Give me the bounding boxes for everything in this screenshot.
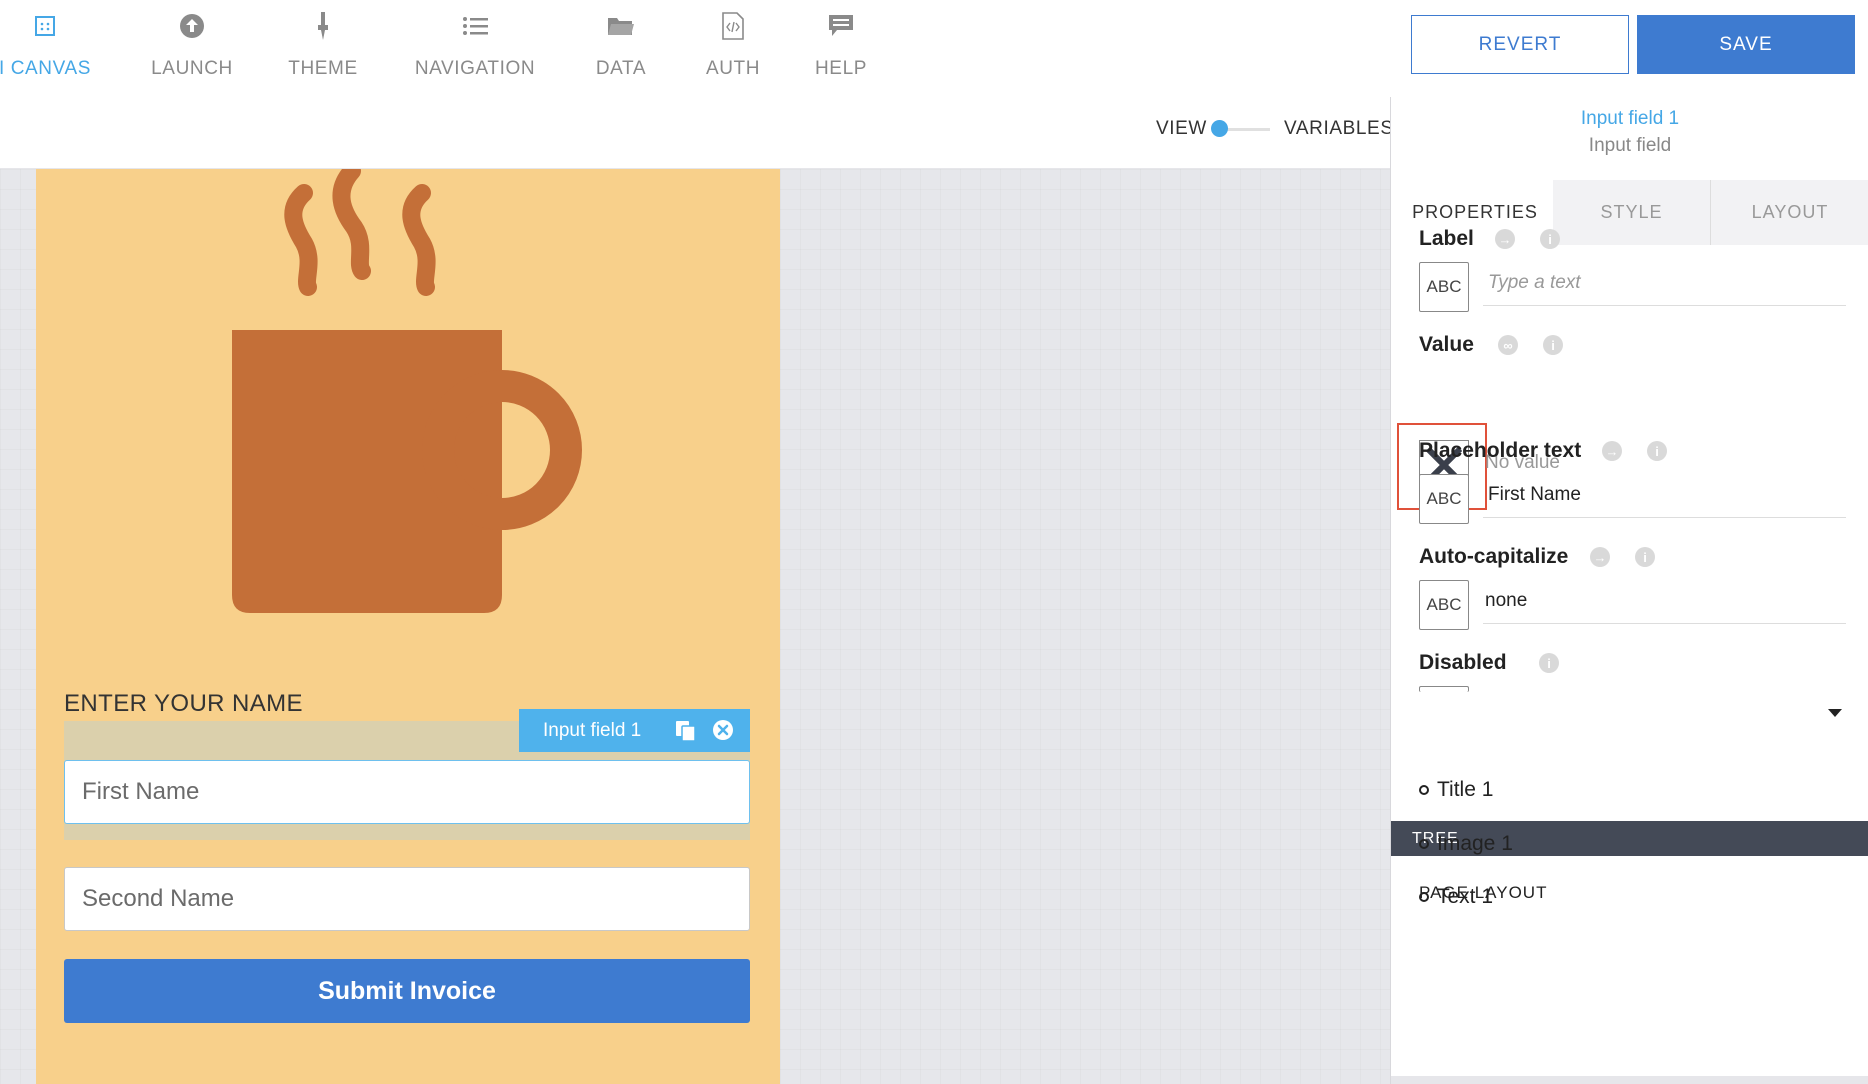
nav-label: HELP (814, 58, 868, 79)
disabled-property-title: Disabled (1419, 651, 1507, 674)
folder-icon (607, 10, 635, 42)
nav-canvas[interactable]: I CANVAS (0, 10, 90, 80)
link-icon[interactable]: → (1590, 547, 1610, 567)
disabled-toggle[interactable] (1419, 686, 1469, 692)
autocapitalize-select[interactable]: none (1483, 578, 1846, 624)
second-name-input[interactable]: Second Name (64, 867, 750, 931)
revert-button[interactable]: REVERT (1411, 15, 1629, 74)
top-navigation: I CANVAS LAUNCH THEME NAVIGATION DATA AU… (0, 0, 1868, 97)
tree-item-label: Image 1 (1437, 832, 1513, 855)
nav-theme[interactable]: THEME (283, 10, 363, 80)
tree-item-image[interactable]: Image 1 (1419, 832, 1513, 856)
info-icon[interactable]: i (1543, 335, 1563, 355)
tree-item-label: Title 1 (1437, 778, 1494, 801)
circle-icon (1419, 785, 1429, 795)
nav-label: LAUNCH (151, 58, 233, 79)
phone-screen-preview[interactable]: ENTER YOUR NAME Input field 1 First Name… (36, 169, 780, 1084)
list-icon (462, 10, 488, 42)
selected-component-type: Input field (1588, 135, 1672, 156)
code-file-icon (722, 10, 744, 42)
info-icon[interactable]: i (1539, 653, 1559, 673)
autocapitalize-property-title: Auto-capitalize (1419, 545, 1569, 568)
text-type-icon[interactable]: ABC (1419, 580, 1469, 630)
duplicate-icon[interactable] (674, 719, 698, 749)
placeholder-text-input[interactable]: First Name (1483, 472, 1846, 518)
value-property-title: Value (1419, 333, 1474, 356)
link-icon[interactable]: → (1495, 229, 1515, 249)
properties-panel: Input field 1 Input field PROPERTIES STY… (1390, 97, 1868, 1084)
nav-label: AUTH (705, 58, 761, 79)
remove-icon[interactable] (712, 719, 734, 747)
variables-toggle-label[interactable]: VARIABLES (1284, 118, 1394, 140)
info-icon[interactable]: i (1635, 547, 1655, 567)
first-name-input[interactable]: First Name (64, 760, 750, 824)
text-type-icon[interactable]: ABC (1419, 262, 1469, 312)
chip-label: Input field 1 (543, 719, 642, 741)
nav-data[interactable]: DATA (585, 10, 657, 80)
nav-label: DATA (595, 58, 647, 79)
label-text-input[interactable]: Type a text (1483, 260, 1846, 306)
nav-label: THEME (288, 58, 358, 79)
label-property-title: Label (1419, 227, 1474, 250)
tree-item-title[interactable]: Title 1 (1419, 778, 1493, 802)
tab-style[interactable]: STYLE (1553, 180, 1710, 245)
placeholder-property-title: Placeholder text (1419, 439, 1582, 462)
submit-invoice-button[interactable]: Submit Invoice (64, 959, 750, 1023)
chat-icon (828, 10, 854, 42)
view-variables-toggle[interactable] (1211, 120, 1228, 137)
tab-layout[interactable]: LAYOUT (1711, 180, 1868, 245)
nav-auth[interactable]: AUTH (698, 10, 768, 80)
view-toggle-label[interactable]: VIEW (1156, 118, 1207, 140)
link-icon[interactable]: → (1602, 441, 1622, 461)
nav-label: NAVIGATION (414, 58, 536, 79)
design-canvas[interactable]: ENTER YOUR NAME Input field 1 First Name… (0, 169, 1390, 1084)
nav-navigation[interactable]: NAVIGATION (410, 10, 540, 80)
circle-icon (1419, 839, 1429, 849)
upload-icon (179, 10, 205, 42)
selected-component-name[interactable]: Input field 1 (1391, 108, 1868, 130)
info-icon[interactable]: i (1540, 229, 1560, 249)
nav-launch[interactable]: LAUNCH (142, 10, 242, 80)
tree-item-text[interactable]: Text 1 (1419, 885, 1493, 909)
variable-link-icon[interactable]: ∞ (1498, 335, 1518, 355)
view-toolbar: VIEW VARIABLES (0, 97, 1393, 169)
nav-help[interactable]: HELP (808, 10, 874, 80)
brush-icon (316, 10, 330, 42)
coffee-mug-image[interactable] (36, 169, 780, 639)
nav-label: I CANVAS (0, 58, 92, 79)
tree-item-label: Text 1 (1437, 885, 1494, 908)
enter-name-heading: ENTER YOUR NAME (64, 690, 303, 717)
info-icon[interactable]: i (1647, 441, 1667, 461)
save-button[interactable]: SAVE (1637, 15, 1855, 74)
circle-icon (1419, 892, 1429, 902)
chevron-down-icon[interactable] (1828, 709, 1842, 717)
selected-component-chip[interactable]: Input field 1 (519, 709, 750, 752)
text-type-icon[interactable]: ABC (1419, 474, 1469, 524)
canvas-icon (34, 10, 56, 42)
panel-bottom-divider (1391, 1076, 1868, 1084)
